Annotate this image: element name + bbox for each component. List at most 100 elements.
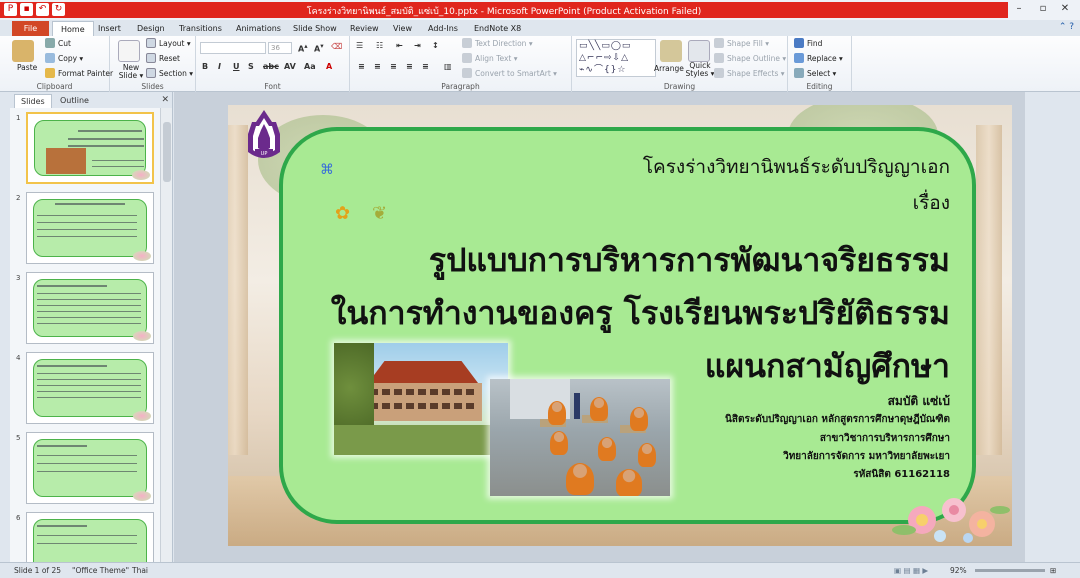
- university-logo: UP: [248, 110, 280, 158]
- section-button[interactable]: Section ▾: [146, 68, 193, 78]
- butterfly-icon: ❦: [372, 203, 388, 224]
- shape-fill-button[interactable]: Shape Fill ▾: [714, 38, 769, 48]
- slide-thumbnail-4[interactable]: [26, 352, 154, 424]
- bullets-icon[interactable]: ☰: [356, 41, 363, 50]
- char-spacing-icon[interactable]: AV: [284, 62, 296, 71]
- align-right-icon[interactable]: ≡: [390, 62, 397, 71]
- tab-view[interactable]: View: [393, 21, 412, 36]
- paste-icon[interactable]: [12, 40, 34, 62]
- slide-thumbnail-1[interactable]: [26, 112, 154, 184]
- find-button[interactable]: Find: [794, 38, 822, 48]
- slide-canvas[interactable]: UP ⌘ ✿ ❦ โครงร่างวิทยานิพนธ์ระดับปริญญาเ…: [228, 105, 1012, 546]
- quick-styles-button[interactable]: Quick Styles ▾: [685, 62, 715, 78]
- arrange-icon[interactable]: [660, 40, 682, 62]
- shrink-font-icon[interactable]: A▾: [314, 42, 324, 54]
- view-buttons[interactable]: ▣ ▤ ▦ ▶: [894, 566, 928, 575]
- numbering-icon[interactable]: ☷: [376, 41, 383, 50]
- tab-transitions[interactable]: Transitions: [179, 21, 222, 36]
- school-building-photo[interactable]: [334, 343, 508, 455]
- tab-slide-show[interactable]: Slide Show: [293, 21, 337, 36]
- tab-review[interactable]: Review: [350, 21, 379, 36]
- line-spacing-icon[interactable]: ↕: [432, 41, 439, 50]
- quick-styles-icon[interactable]: [688, 40, 710, 62]
- college-line[interactable]: วิทยาลัยการจัดการ มหาวิทยาลัยพะเยา: [783, 449, 950, 464]
- tab-outline[interactable]: Outline: [54, 94, 95, 108]
- language[interactable]: Thai: [132, 566, 148, 575]
- slide-number: 4: [16, 354, 21, 362]
- reset-button[interactable]: Reset: [146, 53, 180, 63]
- minimize-icon[interactable]: –: [1012, 3, 1026, 15]
- maximize-icon[interactable]: ▫: [1036, 3, 1050, 15]
- font-size-field[interactable]: 36: [268, 42, 292, 54]
- slide-thumbnail-3[interactable]: [26, 272, 154, 344]
- shape-outline-button[interactable]: Shape Outline ▾: [714, 53, 786, 63]
- tab-file[interactable]: File: [12, 21, 49, 36]
- bold-icon[interactable]: B: [202, 62, 208, 71]
- font-family-field[interactable]: [200, 42, 266, 54]
- thesis-title-line-1[interactable]: รูปแบบการบริหารการพัฒนาจริยธรรม: [429, 235, 950, 286]
- svg-text:UP: UP: [261, 151, 268, 157]
- tab-insert[interactable]: Insert: [98, 21, 121, 36]
- thesis-title-line-2[interactable]: ในการทำงานของครู โรงเรียนพระปริยัติธรรม: [331, 288, 950, 339]
- shapes-gallery[interactable]: ▭╲╲▭◯▭ △⌐⌐⇨⇩△ ⌁∿⌒{}☆: [576, 39, 656, 77]
- thesis-title-line-3[interactable]: แผนกสามัญศึกษา: [705, 341, 950, 392]
- align-left-icon[interactable]: ≡: [358, 62, 365, 71]
- justify-icon[interactable]: ≡: [406, 62, 413, 71]
- distributed-icon[interactable]: ≡: [422, 62, 429, 71]
- paste-button[interactable]: Paste: [17, 63, 37, 72]
- close-pane-icon[interactable]: ✕: [161, 95, 169, 105]
- select-button[interactable]: Select ▾: [794, 68, 836, 78]
- change-case-icon[interactable]: Aa: [304, 62, 316, 71]
- convert-smartart-button[interactable]: Convert to SmartArt ▾: [462, 68, 557, 78]
- tab-slides[interactable]: Slides: [14, 94, 52, 108]
- tab-home[interactable]: Home: [52, 21, 94, 36]
- tab-animations[interactable]: Animations: [236, 21, 281, 36]
- layout-button[interactable]: Layout ▾: [146, 38, 191, 48]
- tab-endnote[interactable]: EndNote X8: [474, 21, 521, 36]
- scrollbar-thumb[interactable]: [163, 122, 171, 182]
- classroom-photo[interactable]: [490, 379, 670, 496]
- tab-design[interactable]: Design: [137, 21, 165, 36]
- cut-button[interactable]: Cut: [45, 38, 71, 48]
- align-center-icon[interactable]: ≡: [374, 62, 381, 71]
- increase-indent-icon[interactable]: ⇥: [414, 41, 421, 50]
- slide-thumbnail-5[interactable]: [26, 432, 154, 504]
- underline-icon[interactable]: U: [233, 62, 240, 71]
- clear-format-icon[interactable]: ⌫: [331, 42, 342, 51]
- decrease-indent-icon[interactable]: ⇤: [396, 41, 403, 50]
- program-line[interactable]: นิสิตระดับปริญญาเอก หลักสูตรการศึกษาดุษฎ…: [725, 412, 950, 427]
- department-line[interactable]: สาขาวิชาการบริหารการศึกษา: [820, 431, 950, 446]
- thumbnails-scrollbar[interactable]: [160, 108, 172, 562]
- fit-window-icon[interactable]: ⊞: [1050, 566, 1056, 575]
- help-icon[interactable]: ⌃ ?: [1059, 22, 1074, 32]
- copy-button[interactable]: Copy ▾: [45, 53, 83, 63]
- italic-icon[interactable]: I: [218, 62, 221, 71]
- arrange-button[interactable]: Arrange: [654, 64, 684, 73]
- shadow-icon[interactable]: S: [248, 62, 254, 71]
- photo-monk: [550, 431, 568, 455]
- author-name[interactable]: สมบัติ แซ่เบ้: [888, 392, 950, 411]
- slide-thumbnails: 1 2 3 4 5 6: [10, 108, 160, 562]
- columns-icon[interactable]: ▥: [444, 62, 452, 71]
- new-slide-icon[interactable]: [118, 40, 140, 62]
- new-slide-button[interactable]: New Slide ▾: [116, 64, 146, 80]
- strikethrough-icon[interactable]: abc: [263, 62, 279, 71]
- zoom-level[interactable]: 92%: [950, 566, 967, 575]
- align-text-button[interactable]: Align Text ▾: [462, 53, 518, 63]
- thumb-text-line: [37, 471, 137, 472]
- thesis-header[interactable]: โครงร่างวิทยานิพนธ์ระดับปริญญาเอก: [643, 152, 950, 182]
- zoom-slider[interactable]: [975, 569, 1045, 572]
- slide-thumbnail-2[interactable]: [26, 192, 154, 264]
- slide-thumbnail-6[interactable]: [26, 512, 154, 562]
- font-color-icon[interactable]: A: [326, 62, 332, 71]
- format-painter-button[interactable]: Format Painter: [45, 68, 113, 78]
- subject-label[interactable]: เรื่อง: [913, 188, 950, 218]
- shape-effects-button[interactable]: Shape Effects ▾: [714, 68, 785, 78]
- tab-add-ins[interactable]: Add-Ins: [428, 21, 458, 36]
- thumb-photo: [46, 148, 86, 174]
- grow-font-icon[interactable]: A▴: [298, 42, 308, 54]
- thumb-content-box: [33, 279, 147, 337]
- replace-button[interactable]: Replace ▾: [794, 53, 843, 63]
- text-direction-button[interactable]: Text Direction ▾: [462, 38, 533, 48]
- close-window-icon[interactable]: ✕: [1058, 3, 1072, 15]
